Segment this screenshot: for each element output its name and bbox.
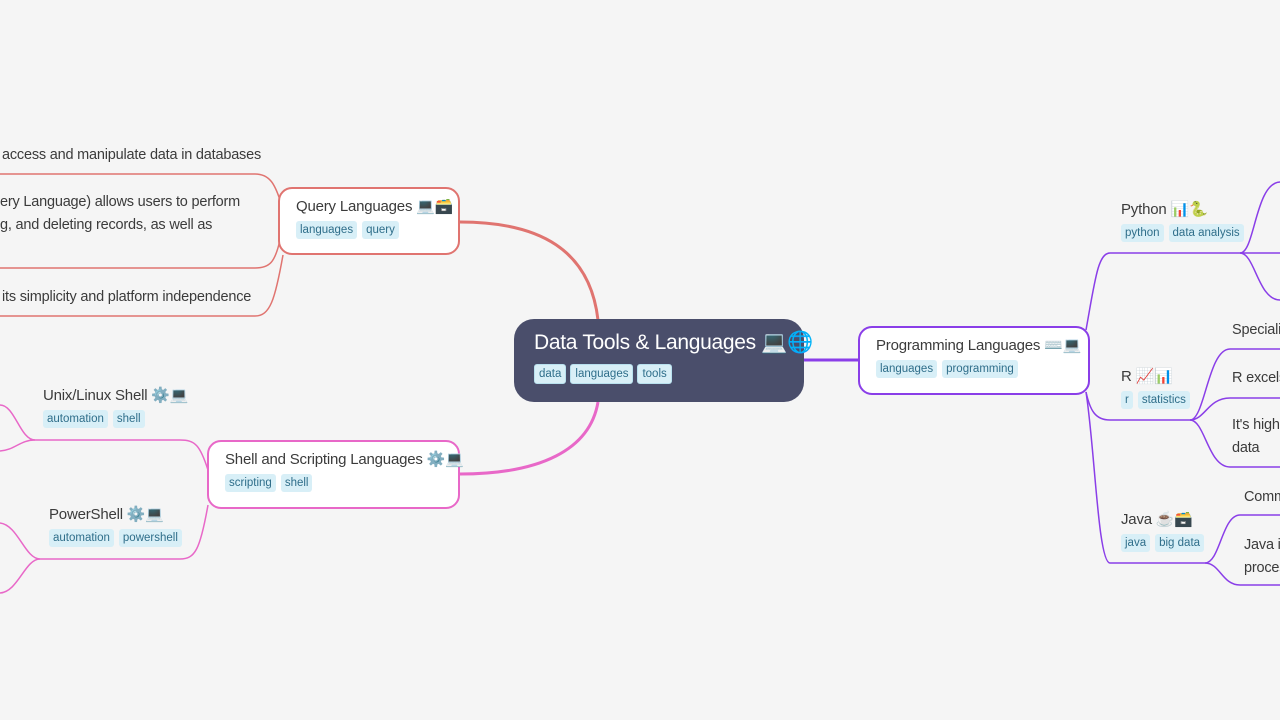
- java-detail-1[interactable]: Comm: [1244, 486, 1280, 509]
- java-detail-2[interactable]: Java is proces: [1244, 534, 1280, 580]
- node-title: Query Languages 💻🗃️: [296, 198, 454, 215]
- tag[interactable]: query: [362, 221, 399, 239]
- tag[interactable]: automation: [49, 529, 114, 547]
- tag[interactable]: shell: [280, 474, 313, 492]
- powershell-node[interactable]: PowerShell ⚙️💻 automation powershell: [49, 505, 182, 547]
- unix-linux-shell-node[interactable]: Unix/Linux Shell ⚙️💻 automation shell: [43, 386, 188, 428]
- node-title: R 📈📊: [1121, 368, 1173, 385]
- node-tags: automation powershell: [49, 529, 182, 547]
- root-tags: data languages tools: [534, 364, 784, 384]
- shell-child-links: [0, 404, 209, 594]
- node-title: Python 📊🐍: [1121, 201, 1208, 218]
- node-title: PowerShell ⚙️💻: [49, 506, 164, 523]
- tag[interactable]: data: [534, 364, 567, 384]
- detail-line: data: [1232, 440, 1260, 456]
- node-tags: python data analysis: [1121, 224, 1244, 242]
- tag[interactable]: languages: [296, 221, 358, 239]
- tag[interactable]: tools: [637, 364, 672, 384]
- tag[interactable]: shell: [112, 410, 145, 428]
- detail-line: g, and deleting records, as well as: [0, 217, 213, 233]
- link-root-shell: [459, 401, 600, 476]
- node-tags: scripting shell: [225, 474, 442, 492]
- root-node[interactable]: Data Tools & Languages 💻🌐 data languages…: [514, 319, 814, 402]
- query-detail-3[interactable]: its simplicity and platform independence: [2, 286, 251, 309]
- tag[interactable]: r: [1121, 391, 1133, 409]
- node-title: Unix/Linux Shell ⚙️💻: [43, 387, 189, 404]
- tag[interactable]: java: [1121, 534, 1151, 552]
- detail-line: Java is: [1244, 537, 1280, 553]
- tag[interactable]: powershell: [118, 529, 182, 547]
- r-detail-3[interactable]: It's high data: [1232, 414, 1280, 460]
- tag[interactable]: scripting: [225, 474, 276, 492]
- tag[interactable]: big data: [1155, 534, 1205, 552]
- r-node[interactable]: R 📈📊 r statistics: [1121, 367, 1190, 409]
- node-tags: java big data: [1121, 534, 1205, 552]
- node-title: Shell and Scripting Languages ⚙️💻: [225, 451, 464, 468]
- node-tags: languages query: [296, 221, 442, 239]
- r-detail-1[interactable]: Speciali: [1232, 319, 1280, 342]
- tag[interactable]: languages: [876, 360, 938, 378]
- tag[interactable]: data analysis: [1168, 224, 1244, 242]
- detail-line: its simplicity and platform independence: [2, 289, 252, 305]
- python-node[interactable]: Python 📊🐍 python data analysis: [1121, 200, 1244, 242]
- node-tags: r statistics: [1121, 391, 1190, 409]
- detail-line: access and manipulate data in databases: [2, 147, 262, 163]
- programming-languages-node[interactable]: Programming Languages ⌨️💻 languages prog…: [858, 326, 1090, 395]
- tag[interactable]: languages: [570, 364, 634, 384]
- link-root-query: [459, 220, 600, 321]
- root-title: Data Tools & Languages 💻🌐: [534, 331, 814, 354]
- query-languages-node[interactable]: Query Languages 💻🗃️ languages query: [278, 187, 460, 255]
- shell-scripting-node[interactable]: Shell and Scripting Languages ⚙️💻 script…: [207, 440, 464, 509]
- node-tags: languages programming: [876, 360, 1072, 378]
- node-title: Programming Languages ⌨️💻: [876, 337, 1082, 354]
- tag[interactable]: programming: [942, 360, 1018, 378]
- tag[interactable]: statistics: [1137, 391, 1190, 409]
- detail-line: ery Language) allows users to perform: [0, 194, 241, 210]
- detail-line: It's high: [1232, 417, 1280, 433]
- java-node[interactable]: Java ☕🗃️ java big data: [1121, 510, 1205, 552]
- query-detail-1[interactable]: access and manipulate data in databases: [2, 144, 261, 167]
- detail-line: proces: [1244, 560, 1280, 576]
- tag[interactable]: python: [1121, 224, 1164, 242]
- tag[interactable]: automation: [43, 410, 108, 428]
- node-title: Java ☕🗃️: [1121, 511, 1193, 528]
- node-tags: automation shell: [43, 410, 188, 428]
- query-detail-2[interactable]: ery Language) allows users to perform g,…: [0, 191, 240, 237]
- r-detail-2[interactable]: R excels: [1232, 367, 1280, 390]
